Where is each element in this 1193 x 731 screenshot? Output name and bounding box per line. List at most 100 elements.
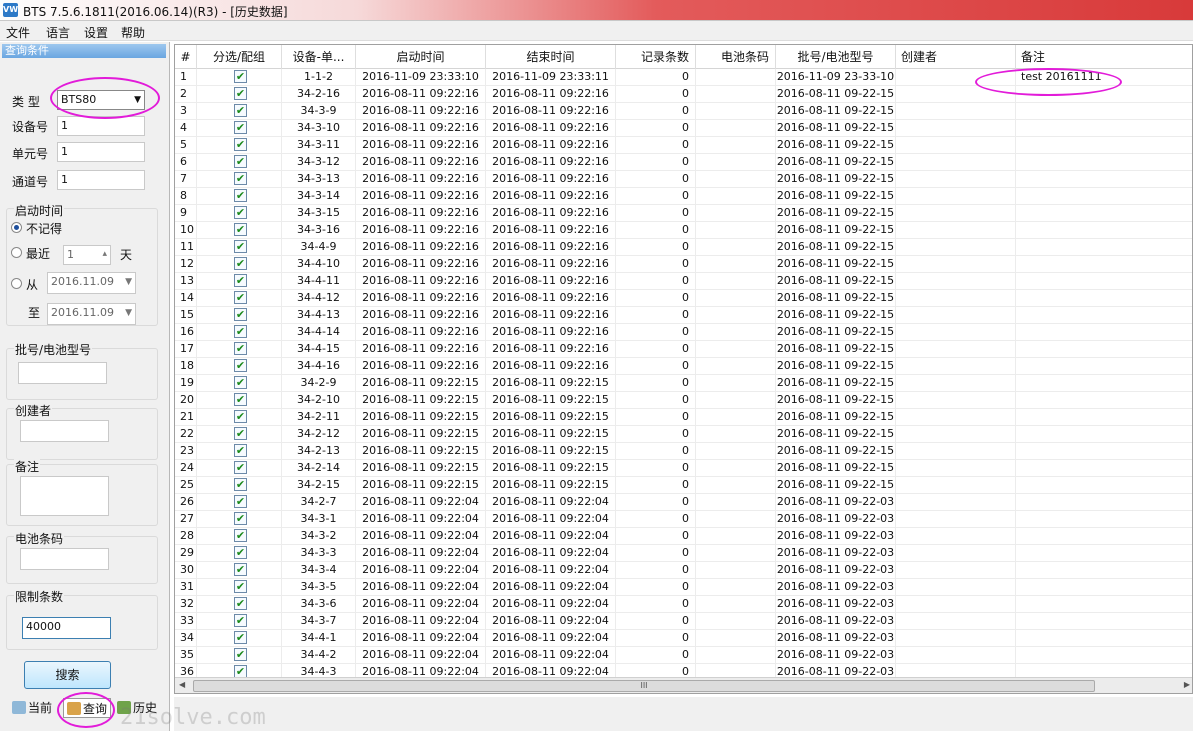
table-row[interactable]: ✔ 22 34-2-12 2016-08-11 09:22:15 2016-08-11 … bbox=[175, 426, 1192, 443]
menu-file[interactable]: 文件 bbox=[6, 24, 30, 41]
checkbox-icon[interactable]: ✔ bbox=[234, 648, 247, 661]
barcode-field[interactable] bbox=[20, 548, 109, 570]
checkbox-icon[interactable]: ✔ bbox=[234, 376, 247, 389]
scroll-left-icon[interactable]: ◀ bbox=[179, 680, 185, 689]
table-row[interactable]: ✔ 31 34-3-5 2016-08-11 09:22:04 2016-08-11 0… bbox=[175, 579, 1192, 596]
table-row[interactable]: ✔ 34 34-4-1 2016-08-11 09:22:04 2016-08-11 0… bbox=[175, 630, 1192, 647]
creator-field[interactable] bbox=[20, 420, 109, 442]
checkbox-icon[interactable]: ✔ bbox=[234, 410, 247, 423]
col-batch[interactable]: 批号/电池型号 bbox=[776, 45, 896, 69]
checkbox-icon[interactable]: ✔ bbox=[234, 427, 247, 440]
checkbox-icon[interactable]: ✔ bbox=[234, 614, 247, 627]
table-row[interactable]: ✔ 23 34-2-13 2016-08-11 09:22:15 2016-08-11 … bbox=[175, 443, 1192, 460]
horizontal-scrollbar[interactable]: ◀ III ▶ bbox=[175, 677, 1192, 693]
tab-current[interactable]: 当前 bbox=[12, 698, 52, 718]
checkbox-icon[interactable]: ✔ bbox=[234, 631, 247, 644]
radio-no-record[interactable] bbox=[11, 222, 22, 233]
col-creator[interactable]: 创建者 bbox=[896, 45, 1016, 69]
remark-field[interactable] bbox=[20, 476, 109, 516]
table-row[interactable]: ✔ 30 34-3-4 2016-08-11 09:22:04 2016-08-11 0… bbox=[175, 562, 1192, 579]
checkbox-icon[interactable]: ✔ bbox=[234, 478, 247, 491]
table-row[interactable]: ✔ 14 34-4-12 2016-08-11 09:22:16 2016-08-11 … bbox=[175, 290, 1192, 307]
table-row[interactable]: ✔ 25 34-2-15 2016-08-11 09:22:15 2016-08-11 … bbox=[175, 477, 1192, 494]
table-row[interactable]: ✔ 11 34-4-9 2016-08-11 09:22:16 2016-08-11 0… bbox=[175, 239, 1192, 256]
checkbox-icon[interactable]: ✔ bbox=[234, 189, 247, 202]
table-row[interactable]: ✔ 12 34-4-10 2016-08-11 09:22:16 2016-08-11 … bbox=[175, 256, 1192, 273]
device-field[interactable]: 1 bbox=[57, 116, 145, 136]
checkbox-icon[interactable]: ✔ bbox=[234, 444, 247, 457]
table-row[interactable]: ✔ 19 34-2-9 2016-08-11 09:22:15 2016-08-11 0… bbox=[175, 375, 1192, 392]
checkbox-icon[interactable]: ✔ bbox=[234, 325, 247, 338]
channel-field[interactable]: 1 bbox=[57, 170, 145, 190]
table-row[interactable]: ✔ 4 34-3-10 2016-08-11 09:22:16 2016-08-11 0… bbox=[175, 120, 1192, 137]
table-row[interactable]: ✔ 15 34-4-13 2016-08-11 09:22:16 2016-08-11 … bbox=[175, 307, 1192, 324]
table-row[interactable]: ✔ 6 34-3-12 2016-08-11 09:22:16 2016-08-11 0… bbox=[175, 154, 1192, 171]
radio-from[interactable] bbox=[11, 278, 22, 289]
checkbox-icon[interactable]: ✔ bbox=[234, 223, 247, 236]
checkbox-icon[interactable]: ✔ bbox=[234, 291, 247, 304]
col-sort-group[interactable]: 分选/配组 bbox=[197, 45, 282, 69]
table-row[interactable]: ✔ 18 34-4-16 2016-08-11 09:22:16 2016-08-11 … bbox=[175, 358, 1192, 375]
to-date-picker[interactable]: 2016.11.09 ▼ bbox=[47, 303, 136, 325]
checkbox-icon[interactable]: ✔ bbox=[234, 87, 247, 100]
checkbox-icon[interactable]: ✔ bbox=[234, 257, 247, 270]
table-row[interactable]: ✔ 9 34-3-15 2016-08-11 09:22:16 2016-08-11 0… bbox=[175, 205, 1192, 222]
checkbox-icon[interactable]: ✔ bbox=[234, 529, 247, 542]
menu-settings[interactable]: 设置 bbox=[84, 24, 108, 41]
table-row[interactable]: ✔ 5 34-3-11 2016-08-11 09:22:16 2016-08-11 0… bbox=[175, 137, 1192, 154]
checkbox-icon[interactable]: ✔ bbox=[234, 274, 247, 287]
table-row[interactable]: ✔ 8 34-3-14 2016-08-11 09:22:16 2016-08-11 0… bbox=[175, 188, 1192, 205]
table-row[interactable]: ✔ 16 34-4-14 2016-08-11 09:22:16 2016-08-11 … bbox=[175, 324, 1192, 341]
table-row[interactable]: ✔ 24 34-2-14 2016-08-11 09:22:15 2016-08-11 … bbox=[175, 460, 1192, 477]
scroll-thumb[interactable]: III bbox=[193, 680, 1095, 692]
table-row[interactable]: ✔ 27 34-3-1 2016-08-11 09:22:04 2016-08-11 0… bbox=[175, 511, 1192, 528]
table-row[interactable]: ✔ 26 34-2-7 2016-08-11 09:22:04 2016-08-11 0… bbox=[175, 494, 1192, 511]
table-row[interactable]: ✔ 32 34-3-6 2016-08-11 09:22:04 2016-08-11 0… bbox=[175, 596, 1192, 613]
col-index[interactable]: # bbox=[175, 45, 197, 69]
from-date-picker[interactable]: 2016.11.09 ▼ bbox=[47, 272, 136, 294]
checkbox-icon[interactable]: ✔ bbox=[234, 359, 247, 372]
checkbox-icon[interactable]: ✔ bbox=[234, 70, 247, 83]
checkbox-icon[interactable]: ✔ bbox=[234, 495, 247, 508]
scroll-right-icon[interactable]: ▶ bbox=[1184, 680, 1190, 689]
table-row[interactable]: ✔ 21 34-2-11 2016-08-11 09:22:15 2016-08-11 … bbox=[175, 409, 1192, 426]
table-row[interactable]: ✔ 28 34-3-2 2016-08-11 09:22:04 2016-08-11 0… bbox=[175, 528, 1192, 545]
checkbox-icon[interactable]: ✔ bbox=[234, 155, 247, 168]
col-battery-barcode[interactable]: 电池条码 bbox=[696, 45, 776, 69]
radio-recent[interactable] bbox=[11, 247, 22, 258]
checkbox-icon[interactable]: ✔ bbox=[234, 308, 247, 321]
search-button[interactable]: 搜索 bbox=[24, 661, 111, 689]
checkbox-icon[interactable]: ✔ bbox=[234, 461, 247, 474]
menu-help[interactable]: 帮助 bbox=[121, 24, 145, 41]
recent-days-stepper[interactable]: 1 ▴ bbox=[63, 245, 111, 265]
col-record-count[interactable]: 记录条数 bbox=[616, 45, 696, 69]
table-row[interactable]: ✔ 33 34-3-7 2016-08-11 09:22:04 2016-08-11 0… bbox=[175, 613, 1192, 630]
checkbox-icon[interactable]: ✔ bbox=[234, 206, 247, 219]
col-start-time[interactable]: 启动时间 bbox=[356, 45, 486, 69]
checkbox-icon[interactable]: ✔ bbox=[234, 512, 247, 525]
checkbox-icon[interactable]: ✔ bbox=[234, 580, 247, 593]
checkbox-icon[interactable]: ✔ bbox=[234, 104, 247, 117]
table-row[interactable]: ✔ 17 34-4-15 2016-08-11 09:22:16 2016-08-11 … bbox=[175, 341, 1192, 358]
checkbox-icon[interactable]: ✔ bbox=[234, 597, 247, 610]
table-row[interactable]: ✔ 13 34-4-11 2016-08-11 09:22:16 2016-08-11 … bbox=[175, 273, 1192, 290]
checkbox-icon[interactable]: ✔ bbox=[234, 546, 247, 559]
table-row[interactable]: ✔ 29 34-3-3 2016-08-11 09:22:04 2016-08-11 0… bbox=[175, 545, 1192, 562]
checkbox-icon[interactable]: ✔ bbox=[234, 240, 247, 253]
batch-field[interactable] bbox=[18, 362, 107, 384]
checkbox-icon[interactable]: ✔ bbox=[234, 342, 247, 355]
checkbox-icon[interactable]: ✔ bbox=[234, 172, 247, 185]
table-row[interactable]: ✔ 10 34-3-16 2016-08-11 09:22:16 2016-08-11 … bbox=[175, 222, 1192, 239]
table-row[interactable]: ✔ 7 34-3-13 2016-08-11 09:22:16 2016-08-11 0… bbox=[175, 171, 1192, 188]
spin-icon[interactable]: ▴ bbox=[102, 245, 107, 263]
checkbox-icon[interactable]: ✔ bbox=[234, 138, 247, 151]
col-end-time[interactable]: 结束时间 bbox=[486, 45, 616, 69]
table-row[interactable]: ✔ 20 34-2-10 2016-08-11 09:22:15 2016-08-11 … bbox=[175, 392, 1192, 409]
checkbox-icon[interactable]: ✔ bbox=[234, 563, 247, 576]
checkbox-icon[interactable]: ✔ bbox=[234, 393, 247, 406]
table-row[interactable]: ✔ 35 34-4-2 2016-08-11 09:22:04 2016-08-11 0… bbox=[175, 647, 1192, 664]
checkbox-icon[interactable]: ✔ bbox=[234, 121, 247, 134]
table-row[interactable]: ✔ 3 34-3-9 2016-08-11 09:22:16 2016-08-11 09… bbox=[175, 103, 1192, 120]
menu-language[interactable]: 语言 bbox=[46, 24, 70, 41]
col-remark[interactable]: 备注 bbox=[1016, 45, 1192, 69]
